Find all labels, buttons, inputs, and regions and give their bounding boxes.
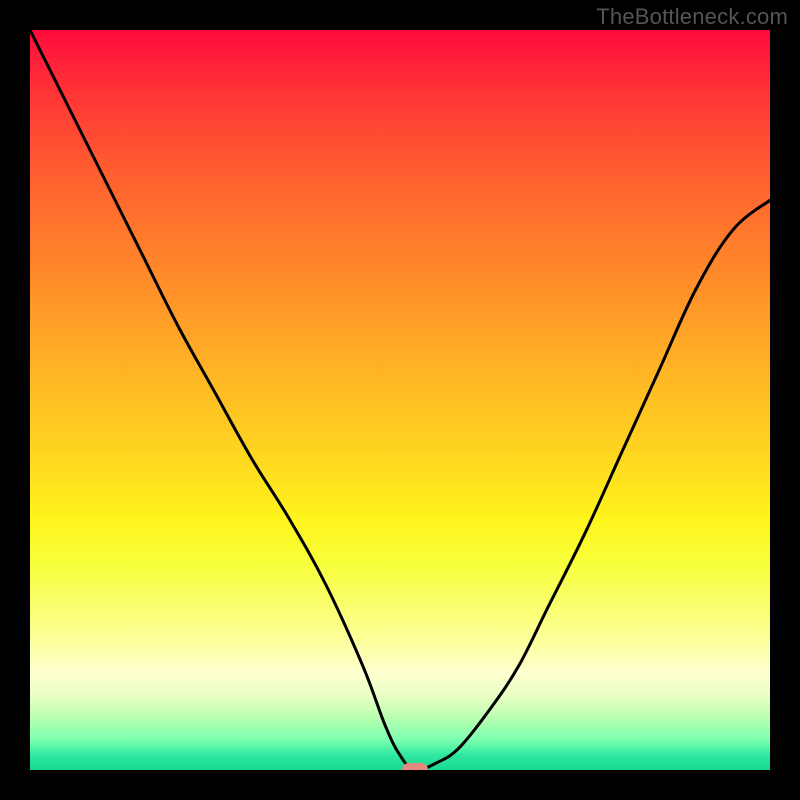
curve-path bbox=[30, 30, 770, 770]
watermark-text: TheBottleneck.com bbox=[596, 4, 788, 30]
optimum-marker bbox=[402, 763, 428, 770]
bottleneck-curve bbox=[30, 30, 770, 770]
plot-area bbox=[30, 30, 770, 770]
chart-frame: TheBottleneck.com bbox=[0, 0, 800, 800]
